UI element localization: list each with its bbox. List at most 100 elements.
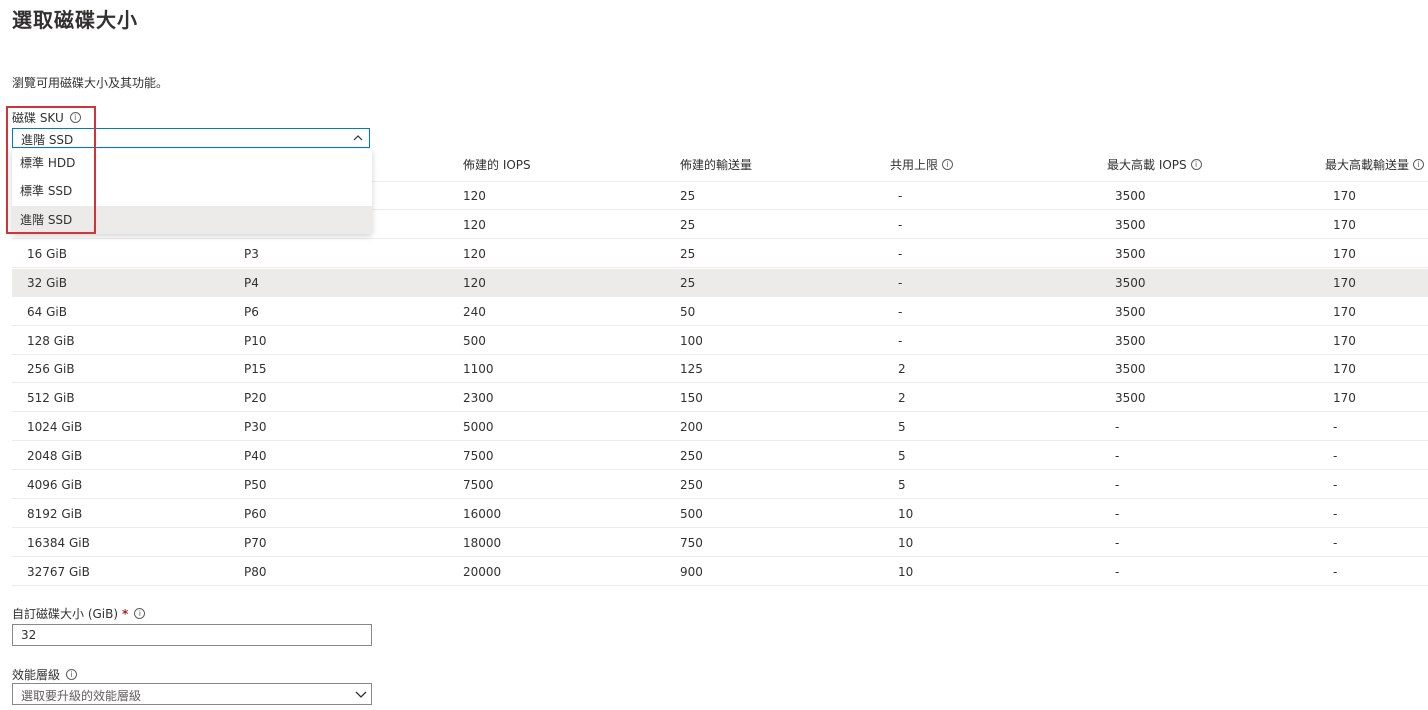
cell-throughput: 250 bbox=[680, 449, 703, 464]
cell-share-limit: 10 bbox=[898, 564, 914, 579]
cell-throughput: 50 bbox=[680, 304, 696, 319]
cell-throughput: 750 bbox=[680, 535, 703, 550]
cell-share-limit: - bbox=[898, 304, 903, 319]
cell-tier: P6 bbox=[244, 304, 259, 319]
cell-burst-throughput: 170 bbox=[1333, 246, 1356, 261]
table-row[interactable]: 1024 GiB P30 5000 200 5 - - bbox=[12, 413, 1428, 442]
sku-options-list: 標準 HDD 標準 SSD 進階 SSD bbox=[12, 149, 372, 234]
cell-tier: P15 bbox=[244, 362, 267, 377]
cell-tier: P60 bbox=[244, 506, 267, 521]
cell-share-limit: 2 bbox=[898, 362, 906, 377]
cell-burst-throughput: 170 bbox=[1333, 217, 1356, 232]
cell-iops: 240 bbox=[463, 304, 486, 319]
cell-burst-throughput: 170 bbox=[1333, 304, 1356, 319]
table-row[interactable]: 8192 GiB P60 16000 500 10 - - bbox=[12, 500, 1428, 528]
perf-tier-placeholder: 選取要升級的效能層級 bbox=[21, 689, 142, 703]
table-row[interactable]: 32767 GiB P80 20000 900 10 - - bbox=[12, 558, 1428, 586]
chevron-down-icon bbox=[355, 690, 367, 698]
cell-burst-throughput: - bbox=[1333, 449, 1338, 464]
info-icon[interactable]: i bbox=[942, 159, 954, 170]
sku-option-premium-ssd[interactable]: 進階 SSD bbox=[12, 206, 372, 234]
cell-iops: 120 bbox=[463, 189, 486, 203]
table-row[interactable]: 16 GiB P3 120 25 - 3500 170 bbox=[12, 240, 1428, 268]
info-icon[interactable]: i bbox=[1190, 159, 1202, 170]
table-row[interactable]: 2048 GiB P40 7500 250 5 - - bbox=[12, 442, 1428, 471]
cell-size: 8192 GiB bbox=[27, 506, 83, 521]
cell-throughput: 125 bbox=[680, 362, 703, 377]
cell-size: 32767 GiB bbox=[27, 564, 90, 579]
col-header-throughput: 佈建的輸送量 bbox=[680, 156, 752, 173]
cell-tier: P80 bbox=[244, 564, 267, 579]
table-row[interactable]: 32 GiB P4 120 25 - 3500 170 bbox=[12, 268, 1428, 297]
col-header-burst-iops-label: 最大高載 IOPS bbox=[1107, 158, 1187, 172]
cell-iops: 2300 bbox=[463, 391, 494, 406]
cell-share-limit: 10 bbox=[898, 506, 914, 521]
cell-share-limit: - bbox=[898, 333, 903, 348]
sku-selected-value: 進階 SSD bbox=[21, 133, 74, 147]
cell-burst-iops: - bbox=[1115, 449, 1120, 464]
cell-iops: 18000 bbox=[463, 535, 502, 550]
sku-option-standard-ssd[interactable]: 標準 SSD bbox=[12, 177, 372, 205]
cell-throughput: 100 bbox=[680, 333, 703, 348]
info-icon[interactable]: i bbox=[1413, 159, 1425, 170]
cell-size: 64 GiB bbox=[27, 304, 67, 319]
cell-burst-iops: - bbox=[1115, 535, 1120, 550]
cell-iops: 16000 bbox=[463, 506, 502, 521]
cell-burst-throughput: 170 bbox=[1333, 391, 1356, 406]
table-row[interactable]: 256 GiB P15 1100 125 2 3500 170 bbox=[12, 355, 1428, 384]
col-header-burst-iops: 最大高載 IOPS i bbox=[1107, 156, 1202, 173]
cell-share-limit: - bbox=[898, 189, 903, 203]
cell-throughput: 900 bbox=[680, 564, 703, 579]
cell-iops: 7500 bbox=[463, 478, 494, 492]
cell-tier: P4 bbox=[244, 275, 259, 290]
table-row[interactable]: 128 GiB P10 500 100 - 3500 170 bbox=[12, 327, 1428, 355]
info-icon[interactable]: i bbox=[66, 669, 78, 680]
table-row[interactable]: 64 GiB P6 240 50 - 3500 170 bbox=[12, 298, 1428, 326]
cell-iops: 500 bbox=[463, 333, 486, 348]
cell-burst-throughput: - bbox=[1333, 420, 1338, 435]
cell-burst-iops: - bbox=[1115, 564, 1120, 579]
col-header-iops: 佈建的 IOPS bbox=[463, 156, 531, 173]
info-icon[interactable]: i bbox=[134, 608, 146, 619]
custom-size-label: 自訂磁碟大小 (GiB) * i bbox=[12, 605, 146, 622]
custom-size-input[interactable]: 32 bbox=[12, 624, 372, 646]
cell-burst-iops: 3500 bbox=[1115, 275, 1146, 290]
cell-share-limit: 5 bbox=[898, 478, 906, 492]
cell-iops: 1100 bbox=[463, 362, 494, 377]
col-header-throughput-label: 佈建的輸送量 bbox=[680, 158, 753, 172]
cell-tier: P10 bbox=[244, 333, 267, 348]
table-row[interactable]: 4096 GiB P50 7500 250 5 - - bbox=[12, 471, 1428, 499]
cell-tier: P50 bbox=[244, 478, 267, 492]
cell-tier: P3 bbox=[244, 246, 259, 261]
cell-burst-iops: - bbox=[1115, 506, 1120, 521]
cell-burst-iops: 3500 bbox=[1115, 246, 1146, 261]
sku-dropdown[interactable]: 進階 SSD bbox=[12, 128, 370, 148]
perf-tier-dropdown[interactable]: 選取要升級的效能層級 bbox=[12, 683, 372, 705]
sku-label-text: 磁碟 SKU bbox=[12, 111, 64, 125]
cell-burst-iops: 3500 bbox=[1115, 391, 1146, 406]
cell-share-limit: 10 bbox=[898, 535, 914, 550]
sku-option-standard-hdd[interactable]: 標準 HDD bbox=[12, 149, 372, 177]
cell-size: 1024 GiB bbox=[27, 420, 83, 435]
cell-burst-throughput: 170 bbox=[1333, 189, 1356, 203]
perf-tier-label: 效能層級 i bbox=[12, 666, 78, 683]
cell-burst-throughput: - bbox=[1333, 535, 1338, 550]
cell-burst-iops: 3500 bbox=[1115, 217, 1146, 232]
cell-share-limit: - bbox=[898, 217, 903, 232]
cell-size: 4096 GiB bbox=[27, 478, 83, 492]
table-row[interactable]: 512 GiB P20 2300 150 2 3500 170 bbox=[12, 384, 1428, 413]
cell-burst-throughput: - bbox=[1333, 564, 1338, 579]
cell-burst-throughput: 170 bbox=[1333, 275, 1356, 290]
page-title: 選取磁碟大小 bbox=[12, 8, 138, 32]
cell-share-limit: 5 bbox=[898, 420, 906, 435]
cell-iops: 120 bbox=[463, 217, 486, 232]
cell-size: 256 GiB bbox=[27, 362, 75, 377]
table-row[interactable]: 16384 GiB P70 18000 750 10 - - bbox=[12, 529, 1428, 557]
cell-throughput: 25 bbox=[680, 217, 696, 232]
cell-throughput: 150 bbox=[680, 391, 703, 406]
cell-share-limit: 5 bbox=[898, 449, 906, 464]
cell-size: 2048 GiB bbox=[27, 449, 83, 464]
cell-share-limit: - bbox=[898, 246, 903, 261]
info-icon[interactable]: i bbox=[69, 112, 81, 123]
cell-size: 128 GiB bbox=[27, 333, 75, 348]
